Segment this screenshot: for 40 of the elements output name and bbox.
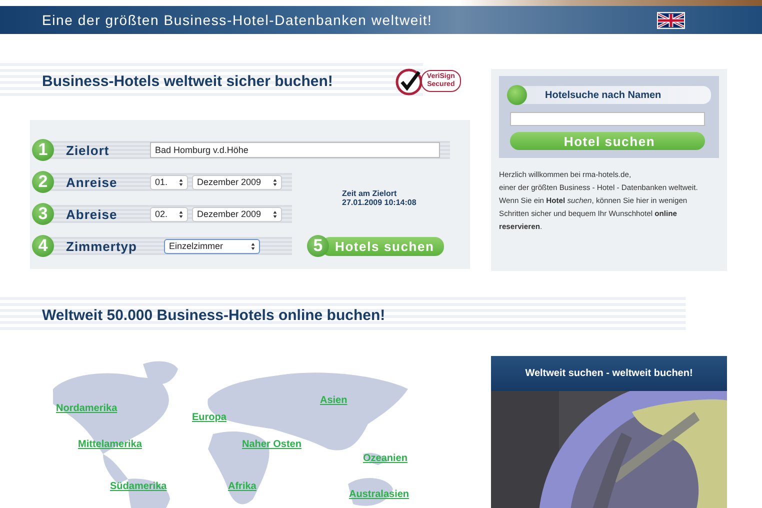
room-type-select[interactable]: Einzelzimmer [164,238,260,254]
stepper-icon [179,178,183,186]
region-link[interactable]: Ozeanien [363,453,408,464]
month-select[interactable]: Dezember 2009 [192,174,282,190]
step-number: 1 [32,139,54,161]
promo-title: Weltweit suchen - weltweit buchen! [525,368,693,379]
field-label: Abreise [66,206,118,222]
field-label: Anreise [66,174,118,190]
region-link[interactable]: Asien [320,395,348,406]
region-link[interactable]: Australasien [349,489,410,500]
region-link[interactable]: Europa [192,412,226,423]
hotel-search-button[interactable]: Hotel suchen [510,132,705,150]
stepper-icon [251,242,255,250]
flag-icon[interactable] [657,12,685,28]
region-link[interactable]: Mittelamerika [78,439,142,450]
region-link[interactable]: Nordamerika [56,403,118,414]
day-select[interactable]: 01. [150,174,188,190]
hotel-name-field[interactable] [510,112,705,126]
region-link[interactable]: Afrika [228,481,256,492]
ball-icon [507,85,527,105]
day-select[interactable]: 02. [150,206,188,222]
region-link[interactable]: Südamerika [110,481,167,492]
step-number: 5 [307,235,329,257]
stepper-icon [273,210,277,218]
header-tagline: Eine der größten Business-Hotel-Datenbanken weltweit! [42,12,432,28]
step-number: 2 [32,171,54,193]
name-search-title: Hotelsuche nach Namen [545,90,662,100]
stepper-icon [273,178,277,186]
section-heading: Business-Hotels weltweit sicher buchen! [42,72,333,90]
section-heading: Weltweit 50.000 Business-Hotels online buchen! [42,306,386,324]
step-number: 3 [32,203,54,225]
region-link[interactable]: Naher Osten [242,439,302,450]
field-label: Zielort [66,142,110,158]
month-select[interactable]: Dezember 2009 [192,206,282,222]
time-label: Zeit am Zielort [342,189,398,198]
stepper-icon [179,210,183,218]
time-value: 27.01.2009 10:14:08 [342,198,418,207]
field-label: Zimmertyp [66,238,138,254]
destination-field[interactable]: Bad Homburg v.d.Höhe [150,142,440,158]
step-number: 4 [32,235,54,257]
